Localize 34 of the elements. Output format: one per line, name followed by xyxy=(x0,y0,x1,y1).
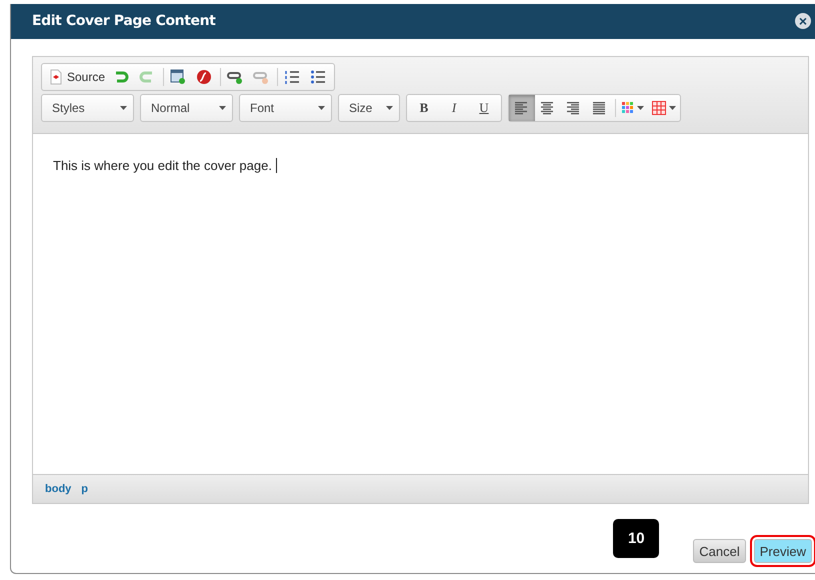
source-icon xyxy=(48,68,64,84)
caret-icon xyxy=(219,106,226,110)
caret-icon xyxy=(386,106,393,110)
caret-icon xyxy=(637,106,644,110)
dropdown-button[interactable]: Font xyxy=(239,94,332,122)
content-text: This is where you edit the cover page. xyxy=(53,158,277,172)
dialog-title: Edit Cover Page Content xyxy=(32,13,216,30)
bold-button[interactable]: B xyxy=(409,94,439,120)
table-icon xyxy=(652,100,666,114)
undo-icon xyxy=(113,68,130,84)
dropdown-button[interactable]: Styles xyxy=(41,94,134,122)
dropdown-button[interactable]: Normal xyxy=(140,94,233,122)
flash-icon xyxy=(196,68,212,84)
underline-button[interactable]: U xyxy=(469,94,499,120)
caret-icon xyxy=(120,106,127,110)
bulleted-list-icon xyxy=(310,68,326,84)
source-button[interactable]: Source xyxy=(44,64,110,90)
align-justify-icon xyxy=(591,100,607,116)
align-left-icon xyxy=(513,100,529,116)
dropdown-button[interactable]: Size xyxy=(338,94,400,122)
align-left-button[interactable] xyxy=(509,94,535,120)
element-path-link[interactable]: p xyxy=(81,483,88,495)
caret-icon xyxy=(318,106,325,110)
align-center-icon xyxy=(539,100,555,116)
element-path-link[interactable]: body xyxy=(45,483,72,495)
close-button[interactable]: × xyxy=(795,13,811,30)
image-icon xyxy=(170,68,186,84)
align-right-icon xyxy=(565,100,581,116)
caret-icon xyxy=(669,106,676,110)
color-grid-icon xyxy=(622,102,634,114)
cancel-button[interactable]: Cancel xyxy=(693,539,746,563)
italic-button[interactable]: I xyxy=(439,94,469,120)
step-number-badge: 10 xyxy=(613,519,660,558)
numbered-list-icon xyxy=(284,68,300,84)
